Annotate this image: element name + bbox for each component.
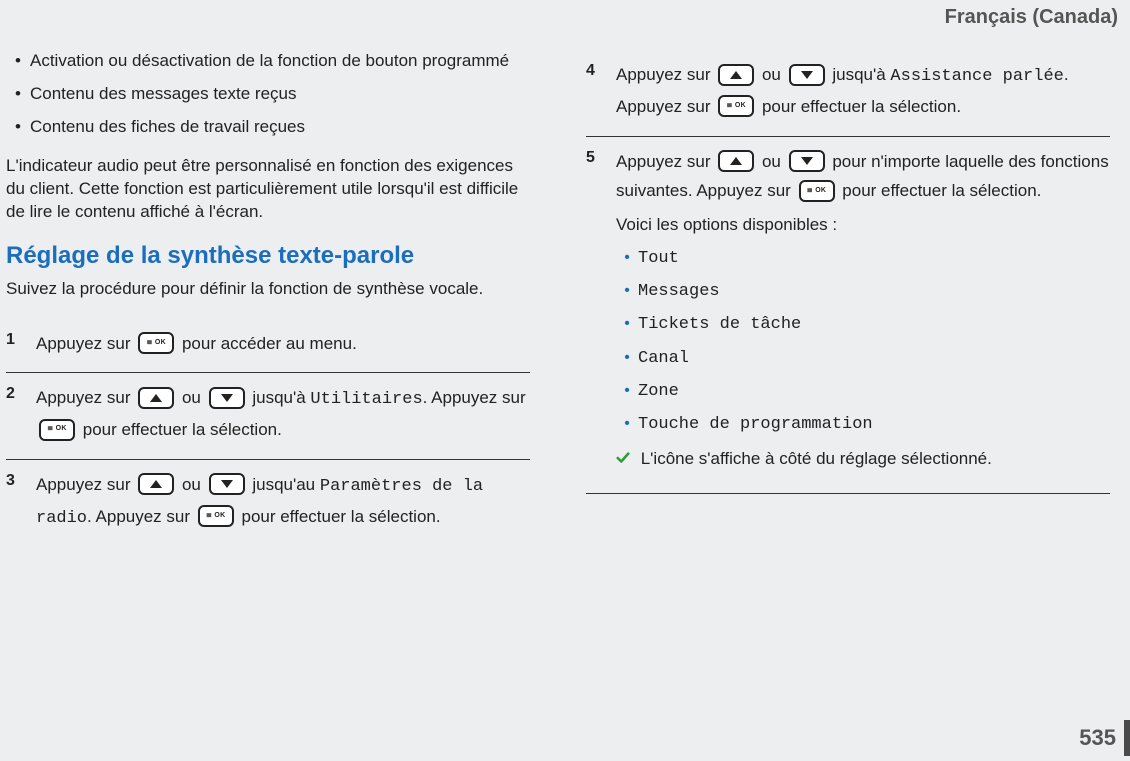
step-text: pour effectuer la sélection.: [762, 97, 961, 116]
options-intro: Voici les options disponibles :: [616, 214, 1110, 237]
ok-button-icon: [39, 419, 75, 441]
ok-button-icon: [799, 180, 835, 202]
step-text: Appuyez sur: [36, 334, 135, 353]
step-number: 2: [6, 383, 26, 445]
step-text: jusqu'au: [252, 475, 320, 494]
section-subparagraph: Suivez la procédure pour définir la fonc…: [6, 278, 530, 301]
option-code: Touche de programmation: [638, 411, 873, 438]
list-item: Messages: [616, 278, 1110, 305]
step-text: ou: [182, 388, 206, 407]
ok-button-icon: [198, 505, 234, 527]
step-number: 4: [586, 60, 606, 122]
options-block: Voici les options disponibles : Tout Mes…: [616, 214, 1110, 471]
step-text: . Appuyez sur: [423, 388, 526, 407]
options-list: Tout Messages Tickets de tâche Canal Zon…: [616, 245, 1110, 438]
step-number: 3: [6, 470, 26, 534]
list-item: Contenu des messages texte reçus: [6, 83, 530, 106]
step-text: . Appuyez sur: [87, 507, 195, 526]
page-number: 535: [1079, 725, 1116, 751]
list-item: Tickets de tâche: [616, 311, 1110, 338]
step-5: 5 Appuyez sur ou pour n'importe laquelle…: [586, 137, 1110, 495]
step-number: 5: [586, 147, 606, 480]
step-2: 2 Appuyez sur ou jusqu'à Utilitaires. Ap…: [6, 373, 530, 460]
section-heading: Réglage de la synthèse texte-parole: [6, 242, 530, 270]
page: Français (Canada) Activation ou désactiv…: [0, 0, 1130, 761]
step-3: 3 Appuyez sur ou jusqu'au Paramètres de …: [6, 460, 530, 548]
step-text: pour effectuer la sélection.: [83, 420, 282, 439]
step-text: Appuyez sur: [616, 152, 715, 171]
list-item: Contenu des fiches de travail reçues: [6, 116, 530, 139]
step-body: Appuyez sur pour accéder au menu.: [36, 329, 530, 359]
option-code: Messages: [638, 278, 720, 305]
step-body: Appuyez sur ou jusqu'au Paramètres de la…: [36, 470, 530, 534]
list-item: Zone: [616, 378, 1110, 405]
step-body: Appuyez sur ou jusqu'à Assistance parlée…: [616, 60, 1110, 122]
step-text: ou: [762, 65, 786, 84]
option-code: Canal: [638, 345, 689, 372]
up-button-icon: [138, 473, 174, 495]
step-1: 1 Appuyez sur pour accéder au menu.: [6, 319, 530, 374]
bullet-text: Contenu des fiches de travail reçues: [30, 116, 305, 139]
note-text: L'icône s'affiche à côté du réglage séle…: [636, 449, 992, 468]
steps-list-left: 1 Appuyez sur pour accéder au menu. 2 Ap…: [6, 319, 530, 548]
up-button-icon: [718, 150, 754, 172]
step-4: 4 Appuyez sur ou jusqu'à Assistance parl…: [586, 50, 1110, 137]
menu-code: Assistance parlée: [890, 67, 1063, 86]
option-code: Tout: [638, 245, 679, 272]
bullet-text: Activation ou désactivation de la foncti…: [30, 50, 509, 73]
ok-button-icon: [138, 332, 174, 354]
step-body: Appuyez sur ou pour n'importe laquelle d…: [616, 147, 1110, 480]
list-item: Canal: [616, 345, 1110, 372]
up-button-icon: [138, 387, 174, 409]
step-text: Appuyez sur: [36, 388, 135, 407]
intro-bullet-list: Activation ou désactivation de la foncti…: [6, 50, 530, 139]
left-column: Activation ou désactivation de la foncti…: [6, 50, 530, 547]
down-button-icon: [789, 64, 825, 86]
step-text: ou: [182, 475, 206, 494]
step-text: jusqu'à: [252, 388, 310, 407]
step-text: Appuyez sur: [36, 475, 135, 494]
step-text: pour accéder au menu.: [182, 334, 357, 353]
down-button-icon: [789, 150, 825, 172]
list-item: Tout: [616, 245, 1110, 272]
content-columns: Activation ou désactivation de la foncti…: [0, 0, 1130, 547]
step-text: jusqu'à: [832, 65, 890, 84]
step-text: Appuyez sur: [616, 65, 715, 84]
header-language: Français (Canada): [945, 6, 1118, 29]
up-button-icon: [718, 64, 754, 86]
checkmark-icon: [616, 451, 630, 465]
bullet-text: Contenu des messages texte reçus: [30, 83, 296, 106]
steps-list-right: 4 Appuyez sur ou jusqu'à Assistance parl…: [586, 50, 1110, 494]
ok-button-icon: [718, 95, 754, 117]
step-text: ou: [762, 152, 786, 171]
side-tab-marker: [1124, 720, 1130, 756]
down-button-icon: [209, 387, 245, 409]
intro-paragraph: L'indicateur audio peut être personnalis…: [6, 155, 530, 224]
step-text: pour effectuer la sélection.: [842, 181, 1041, 200]
step-number: 1: [6, 329, 26, 359]
down-button-icon: [209, 473, 245, 495]
right-column: 4 Appuyez sur ou jusqu'à Assistance parl…: [586, 50, 1110, 547]
option-code: Tickets de tâche: [638, 311, 801, 338]
step-text: pour effectuer la sélection.: [241, 507, 440, 526]
list-item: Activation ou désactivation de la foncti…: [6, 50, 530, 73]
step-body: Appuyez sur ou jusqu'à Utilitaires. Appu…: [36, 383, 530, 445]
options-note: L'icône s'affiche à côté du réglage séle…: [616, 448, 1110, 471]
list-item: Touche de programmation: [616, 411, 1110, 438]
option-code: Zone: [638, 378, 679, 405]
menu-code: Utilitaires: [310, 390, 422, 409]
